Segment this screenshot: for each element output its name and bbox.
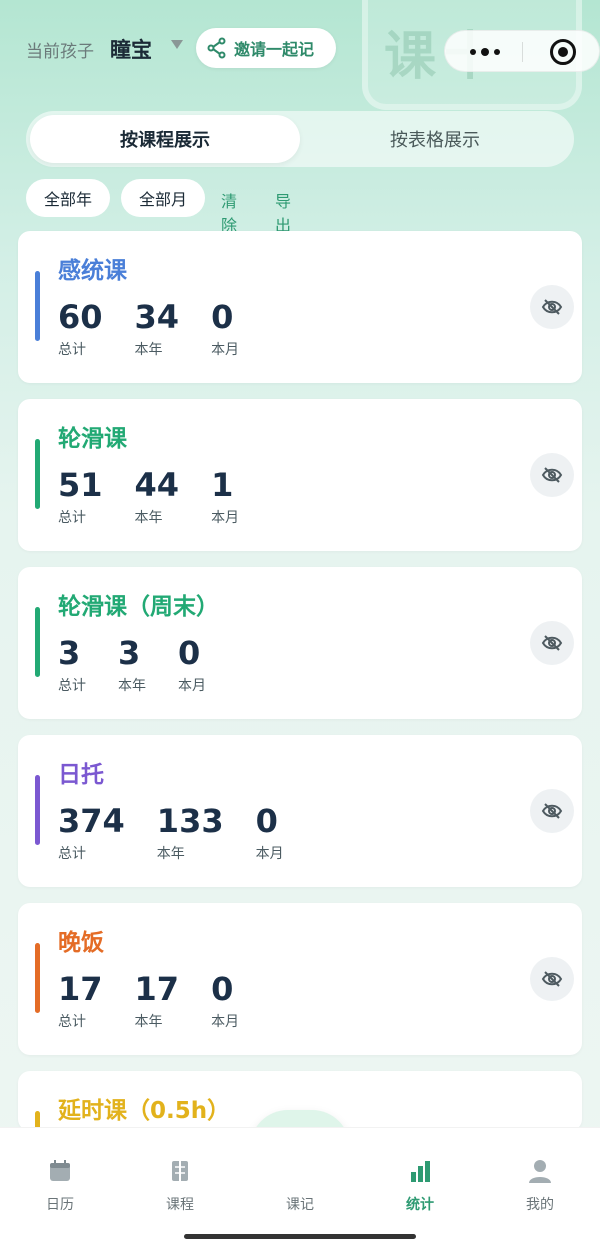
- course-title: 延时课（0.5h）: [58, 1098, 231, 1124]
- stat-month: 0 本月: [211, 298, 240, 358]
- tab-by-course[interactable]: 按课程展示: [30, 115, 300, 163]
- color-bar: [35, 439, 40, 509]
- course-title: 日托: [58, 762, 104, 788]
- bottom-tab-bar: 日历 课程 课记 统计 我的: [0, 1127, 600, 1247]
- hide-button[interactable]: [530, 453, 574, 497]
- course-stats: 374 总计 133 本年 0 本月: [58, 801, 316, 863]
- tab-mine[interactable]: 我的: [500, 1158, 580, 1214]
- course-stats: 3 总计 3 本年 0 本月: [58, 633, 238, 695]
- color-bar: [35, 607, 40, 677]
- course-stats: 51 总计 44 本年 1 本月: [58, 465, 271, 527]
- share-icon: [207, 37, 226, 59]
- course-card[interactable]: 轮滑课 51 总计 44 本年 1 本月: [18, 399, 582, 551]
- tab-by-table[interactable]: 按表格展示: [300, 115, 570, 163]
- tab-courses[interactable]: 课程: [140, 1158, 220, 1214]
- course-title: 晚饭: [58, 930, 104, 956]
- eye-off-icon: [541, 467, 563, 483]
- stat-total: 3 总计: [58, 634, 86, 694]
- stat-year: 34 本年: [134, 298, 180, 358]
- color-bar: [35, 943, 40, 1013]
- stat-total: 374 总计: [58, 802, 125, 862]
- stat-month: 0 本月: [178, 634, 206, 694]
- book-icon: [172, 1161, 188, 1181]
- tab-record[interactable]: 课记: [260, 1158, 340, 1214]
- color-bar: [35, 775, 40, 845]
- stat-total: 51 总计: [58, 466, 103, 526]
- mini-program-capsule: [444, 30, 600, 72]
- close-target-icon[interactable]: [550, 39, 576, 65]
- year-filter[interactable]: 全部年: [26, 179, 110, 217]
- stat-total: 17 总计: [58, 970, 103, 1030]
- course-title: 感统课: [58, 258, 127, 284]
- stat-year: 133 本年: [156, 802, 224, 862]
- course-list: 感统课 60 总计 34 本年 0 本月 轮滑课 51 总计 44 本年 1 本月 轮滑课（…: [18, 231, 582, 1147]
- stat-year: 44 本年: [134, 466, 180, 526]
- hide-button[interactable]: [530, 789, 574, 833]
- eye-off-icon: [541, 803, 563, 819]
- invite-label: 邀请一起记: [234, 40, 315, 59]
- export-link[interactable]: 导出: [275, 188, 291, 236]
- bar-chart-icon: [411, 1161, 430, 1182]
- course-card[interactable]: 轮滑课（周末） 3 总计 3 本年 0 本月: [18, 567, 582, 719]
- course-card[interactable]: 晚饭 17 总计 17 本年 0 本月: [18, 903, 582, 1055]
- hide-button[interactable]: [530, 957, 574, 1001]
- course-card[interactable]: 感统课 60 总计 34 本年 0 本月: [18, 231, 582, 383]
- eye-off-icon: [541, 299, 563, 315]
- course-stats: 60 总计 34 本年 0 本月: [58, 297, 271, 359]
- home-indicator: [184, 1234, 416, 1239]
- chevron-down-icon[interactable]: [171, 40, 183, 49]
- hide-button[interactable]: [530, 621, 574, 665]
- eye-off-icon: [541, 971, 563, 987]
- stat-year: 3 本年: [118, 634, 146, 694]
- capsule-divider: [522, 42, 523, 62]
- header: 当前孩子 瞳宝 邀请一起记: [26, 28, 600, 72]
- person-icon: [529, 1160, 551, 1183]
- view-switch: 按课程展示 按表格展示: [26, 111, 574, 167]
- color-bar: [35, 271, 40, 341]
- course-title: 轮滑课: [58, 426, 127, 452]
- stat-month: 0 本月: [255, 802, 284, 862]
- eye-off-icon: [541, 635, 563, 651]
- calendar-icon: [50, 1160, 70, 1181]
- course-stats: 17 总计 17 本年 0 本月: [58, 969, 271, 1031]
- month-filter[interactable]: 全部月: [121, 179, 205, 217]
- more-icon[interactable]: [465, 31, 505, 73]
- course-card[interactable]: 日托 374 总计 133 本年 0 本月: [18, 735, 582, 887]
- invite-button[interactable]: 邀请一起记: [196, 28, 336, 68]
- stat-total: 60 总计: [58, 298, 103, 358]
- tab-calendar[interactable]: 日历: [20, 1158, 100, 1214]
- stat-month: 0 本月: [211, 970, 240, 1030]
- course-title: 轮滑课（周末）: [58, 594, 219, 620]
- child-name[interactable]: 瞳宝: [110, 34, 152, 64]
- tab-stats[interactable]: 统计: [380, 1158, 460, 1214]
- clear-link[interactable]: 清除: [221, 188, 237, 236]
- hide-button[interactable]: [530, 285, 574, 329]
- stat-month: 1 本月: [211, 466, 240, 526]
- stat-year: 17 本年: [134, 970, 180, 1030]
- child-label: 当前孩子: [26, 42, 94, 62]
